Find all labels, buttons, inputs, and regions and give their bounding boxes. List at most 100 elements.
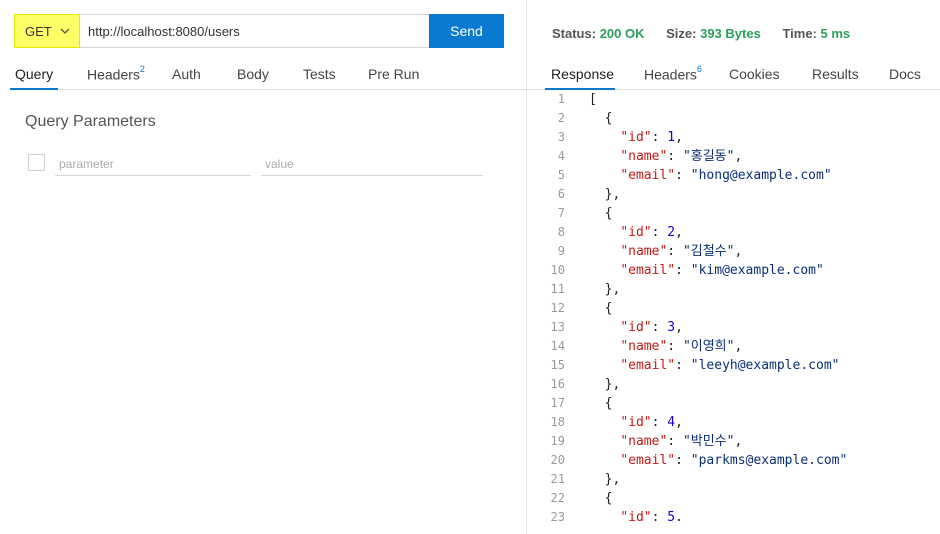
code-token: { (604, 111, 613, 126)
tab-results[interactable]: Results (812, 66, 859, 82)
code-line: 10 "email": "kim@example.com" (527, 261, 940, 280)
url-input[interactable] (80, 14, 429, 48)
response-tabs: Response Headers6 Cookies Results Docs (527, 58, 940, 90)
code-token: { (604, 491, 613, 506)
code-text: "email": "hong@example.com" (565, 166, 832, 185)
code-token: "name" (620, 244, 668, 259)
line-number: 3 (557, 130, 565, 144)
line-number: 12 (550, 301, 565, 315)
code-text: "id": 4, (565, 413, 683, 432)
code-token: }, (604, 377, 621, 392)
line-number: 10 (550, 263, 565, 277)
send-button[interactable]: Send (429, 14, 504, 48)
method-label: GET (25, 23, 52, 39)
code-token: "id" (620, 510, 652, 525)
code-token: , (734, 149, 743, 164)
code-line: 22 { (527, 489, 940, 508)
tab-body[interactable]: Body (237, 66, 269, 82)
code-token: "hong@example.com" (690, 168, 832, 183)
code-line: 14 "name": "이영희", (527, 337, 940, 356)
tab-docs[interactable]: Docs (889, 66, 921, 82)
code-token: 4 (667, 415, 676, 430)
param-checkbox[interactable] (28, 154, 45, 171)
tab-label: Cookies (729, 66, 780, 82)
code-line: 2 { (527, 109, 940, 128)
tab-query[interactable]: Query (15, 66, 53, 82)
tab-label: Body (237, 66, 269, 82)
code-token: }, (604, 187, 621, 202)
tab-label: Tests (303, 66, 336, 82)
code-token: "id" (620, 130, 652, 145)
line-number: 17 (550, 396, 565, 410)
code-token: : (667, 149, 683, 164)
code-text: "id": 1, (565, 128, 683, 147)
line-number: 7 (557, 206, 565, 220)
code-token: , (734, 244, 743, 259)
code-line: 20 "email": "parkms@example.com" (527, 451, 940, 470)
tab-response-headers[interactable]: Headers6 (644, 64, 702, 83)
code-token: "email" (620, 168, 676, 183)
code-line: 4 "name": "홍길동", (527, 147, 940, 166)
code-text: "id": 2, (565, 223, 683, 242)
size-label: Size: (666, 26, 697, 41)
code-text: "id": 5. (565, 508, 683, 527)
code-line: 16 }, (527, 375, 940, 394)
code-token: : (651, 130, 668, 145)
code-line: 18 "id": 4, (527, 413, 940, 432)
code-text: "email": "parkms@example.com" (565, 451, 847, 470)
code-text: }, (565, 280, 621, 299)
time-value: 5 ms (820, 26, 851, 41)
code-token: 2 (667, 225, 676, 240)
code-token: "email" (620, 358, 676, 373)
code-token: : (651, 510, 668, 525)
code-text: }, (565, 375, 621, 394)
code-line: 15 "email": "leeyh@example.com" (527, 356, 940, 375)
code-text: [ (565, 90, 597, 109)
code-text: { (565, 394, 613, 413)
code-token: 1 (667, 130, 676, 145)
code-line: 17 { (527, 394, 940, 413)
tab-label: Response (551, 66, 615, 82)
code-token: : (675, 453, 691, 468)
code-line: 9 "name": "김철수", (527, 242, 940, 261)
code-text: "name": "김철수", (565, 242, 742, 261)
tab-auth[interactable]: Auth (172, 66, 201, 82)
value-input[interactable] (261, 152, 483, 176)
line-number: 16 (550, 377, 565, 391)
tab-label: Docs (889, 66, 921, 82)
line-number: 22 (550, 491, 565, 505)
code-line: 8 "id": 2, (527, 223, 940, 242)
tab-tests[interactable]: Tests (303, 66, 336, 82)
code-text: "name": "이영희", (565, 337, 742, 356)
code-token: "leeyh@example.com" (690, 358, 840, 373)
tab-cookies[interactable]: Cookies (729, 66, 780, 82)
line-number: 15 (550, 358, 565, 372)
tab-response[interactable]: Response (551, 66, 614, 82)
code-token: 5 (667, 510, 676, 525)
tab-pre-run[interactable]: Pre Run (368, 66, 419, 82)
code-text: "email": "leeyh@example.com" (565, 356, 839, 375)
active-tab-indicator (10, 88, 58, 90)
code-token: "id" (620, 415, 652, 430)
code-token: : (667, 244, 683, 259)
code-token: "parkms@example.com" (690, 453, 848, 468)
code-text: { (565, 109, 613, 128)
time-label: Time: (782, 26, 817, 41)
parameter-input[interactable] (55, 152, 251, 176)
code-token: { (604, 206, 613, 221)
line-number: 14 (550, 339, 565, 353)
tab-headers[interactable]: Headers2 (87, 64, 145, 83)
line-number: 5 (557, 168, 565, 182)
code-token: "name" (620, 339, 668, 354)
code-token: "name" (620, 149, 668, 164)
method-dropdown[interactable]: GET (14, 14, 80, 48)
code-token: "이영희" (682, 339, 735, 354)
code-token: "홍길동" (682, 149, 735, 164)
code-token: { (604, 301, 613, 316)
line-number: 18 (550, 415, 565, 429)
code-line: 21 }, (527, 470, 940, 489)
line-number: 20 (550, 453, 565, 467)
code-token: 3 (667, 320, 676, 335)
response-body-viewer[interactable]: 1[2 {3 "id": 1, 4 "name": "홍길동", 5 "email"… (527, 90, 940, 534)
code-token: "id" (620, 320, 652, 335)
